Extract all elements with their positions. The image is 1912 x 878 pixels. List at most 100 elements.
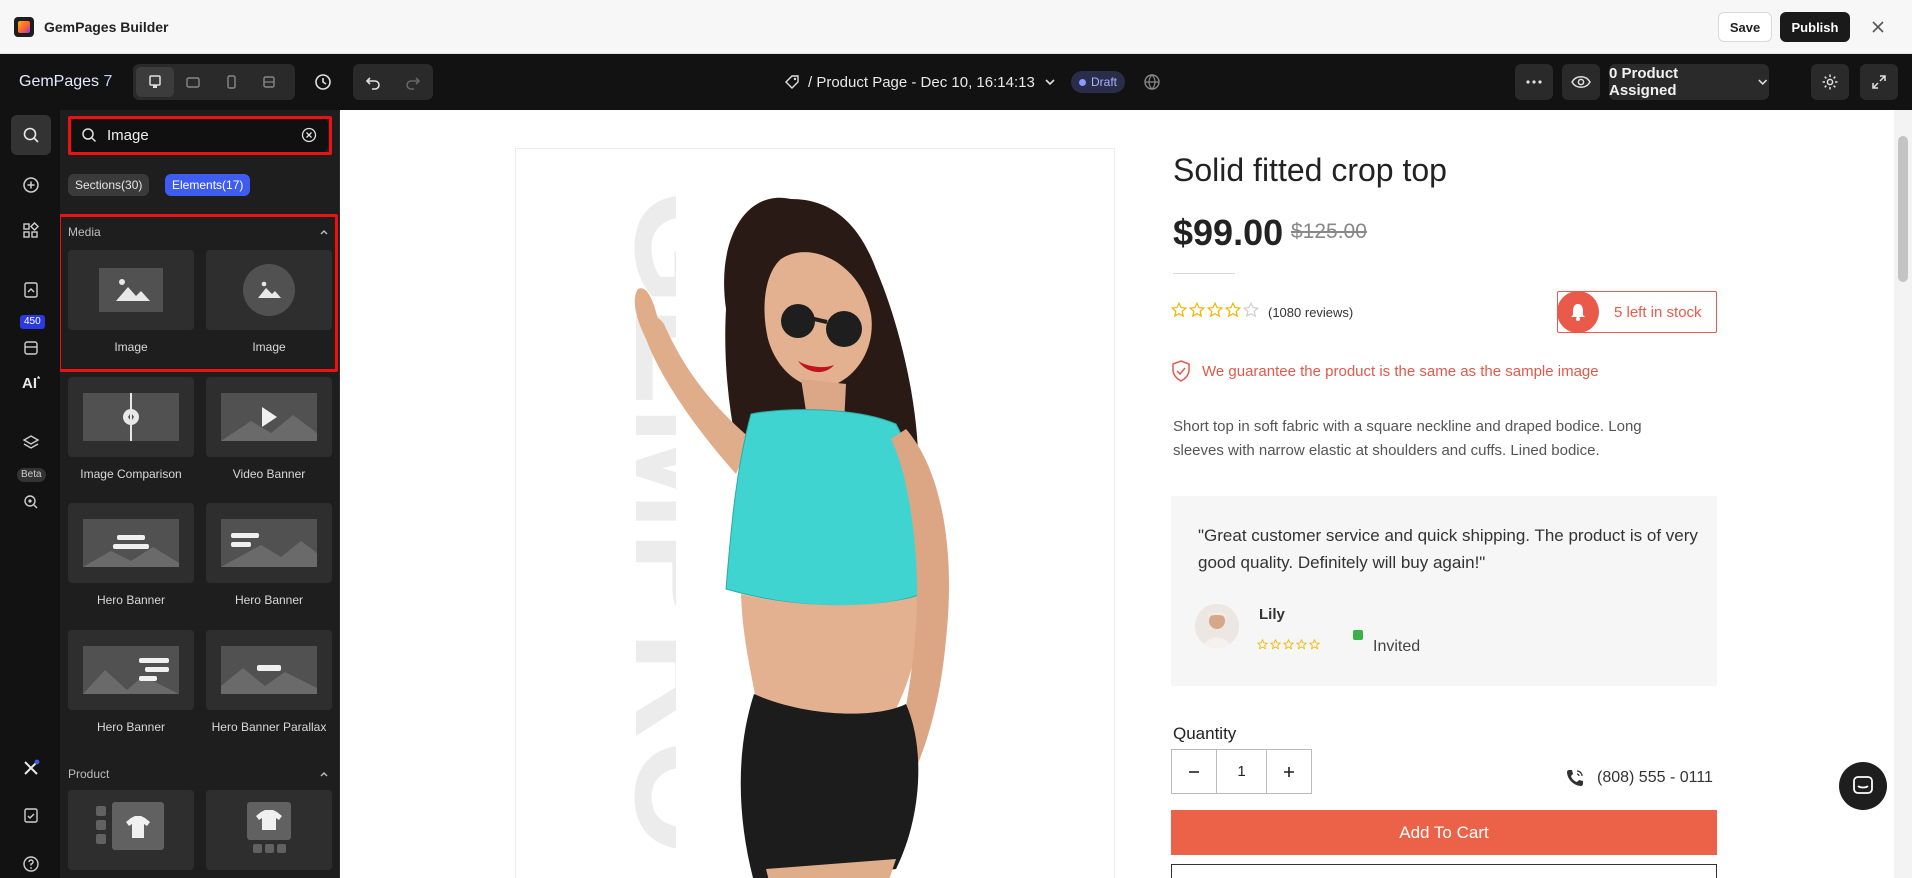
templates-icon[interactable] <box>11 270 51 310</box>
buy-now-button[interactable] <box>1171 864 1717 878</box>
element-tile-label: Hero Banner Parallax <box>211 720 327 734</box>
element-tile-hero-banner[interactable]: Hero Banner <box>68 503 194 625</box>
minus-icon[interactable] <box>1172 750 1216 793</box>
page-analytics-icon[interactable] <box>11 482 51 522</box>
tablet-landscape-view-icon[interactable] <box>174 67 212 97</box>
element-tile-label: Image <box>252 340 286 354</box>
phone-contact[interactable]: (808) 555 - 0111 <box>1565 768 1713 788</box>
star-icon <box>1270 639 1281 650</box>
tab-elements[interactable]: Elements(17) <box>165 174 251 196</box>
history-icon[interactable] <box>305 64 341 100</box>
product-group-header[interactable]: Product <box>68 765 330 783</box>
mobile-view-icon[interactable] <box>212 67 250 97</box>
star-icon <box>1225 302 1241 318</box>
settings-gear-icon[interactable] <box>1811 64 1849 100</box>
media-group-header[interactable]: Media <box>68 223 330 241</box>
element-tile-product-images[interactable] <box>68 790 194 878</box>
ai-label: AI <box>22 375 37 392</box>
scrollbar-thumb[interactable] <box>1898 136 1908 282</box>
chevron-down-icon <box>1757 79 1767 86</box>
brand-label: GemPages 7 <box>19 73 112 91</box>
element-tile-image[interactable]: Image <box>68 250 194 372</box>
product-assigned-dropdown[interactable]: 0 Product Assigned <box>1609 64 1769 100</box>
status-badge-label: Draft <box>1091 75 1118 89</box>
brand-version: 7 <box>103 73 113 90</box>
image-comparison-icon <box>68 377 194 457</box>
save-button[interactable]: Save <box>1718 12 1772 42</box>
shield-icon <box>1172 360 1190 382</box>
stock-text: 5 left in stock <box>1614 303 1702 321</box>
responsive-view-icon[interactable] <box>250 67 288 97</box>
x-integration-icon[interactable] <box>11 748 51 788</box>
element-tile-label: Hero Banner <box>234 593 304 607</box>
hero-banner-icon <box>206 503 332 583</box>
ai-assistant-icon[interactable]: AI* <box>22 375 40 392</box>
product-images-icon <box>68 790 194 870</box>
app-title: GemPages Builder <box>44 18 169 35</box>
clear-search-icon[interactable] <box>300 126 318 144</box>
compare-price: $125.00 <box>1291 220 1367 243</box>
element-tile-hero-banner[interactable]: Hero Banner <box>206 503 332 625</box>
publish-button[interactable]: Publish <box>1780 12 1850 42</box>
element-tile-product-image[interactable] <box>206 790 332 878</box>
element-tile-label: Image Comparison <box>80 467 182 481</box>
left-icon-rail: 450 AI* Beta <box>0 110 60 878</box>
plus-icon[interactable] <box>1267 750 1311 793</box>
review-count[interactable]: (1080 reviews) <box>1268 305 1353 320</box>
element-tile-hero-banner[interactable]: Hero Banner <box>68 630 194 752</box>
model-photo <box>634 197 950 878</box>
element-tile-image-circle[interactable]: Image <box>206 250 332 372</box>
hero-banner-parallax-icon <box>206 630 332 710</box>
redo-icon[interactable] <box>393 64 433 100</box>
add-to-cart-button[interactable]: Add To Cart <box>1171 810 1717 855</box>
page-title-selector[interactable]: / Product Page - Dec 10, 16:14:13 <box>784 54 1057 110</box>
star-icon <box>1207 302 1223 318</box>
search-input[interactable] <box>107 126 287 144</box>
tab-sections[interactable]: Sections(30) <box>68 174 150 196</box>
gempages-logo-icon <box>14 16 34 37</box>
preview-eye-icon[interactable] <box>1562 64 1600 100</box>
quantity-value[interactable]: 1 <box>1216 750 1267 793</box>
fullscreen-expand-icon[interactable] <box>1860 64 1898 100</box>
element-tile-image-comparison[interactable]: Image Comparison <box>68 377 194 499</box>
more-options-icon[interactable] <box>1515 64 1553 100</box>
search-elements-icon[interactable] <box>11 115 51 155</box>
element-tile-hero-banner-parallax[interactable]: Hero Banner Parallax <box>206 630 332 752</box>
chevron-up-icon <box>320 230 328 235</box>
page-canvas: GEMPRO Solid fitted crop top $99.00 $125… <box>340 110 1897 878</box>
price-divider <box>1173 273 1235 274</box>
star-icon <box>1296 639 1307 650</box>
language-globe-icon[interactable] <box>1134 64 1170 100</box>
help-icon[interactable] <box>11 844 51 878</box>
element-tile-label: Image <box>114 340 148 354</box>
chevron-down-icon <box>1045 79 1055 86</box>
chevron-up-icon <box>320 772 328 777</box>
product-rating-stars <box>1171 302 1259 318</box>
element-tile-label: Hero Banner <box>96 720 166 734</box>
product-main-image[interactable]: GEMPRO <box>515 148 1115 878</box>
canvas-scrollbar[interactable] <box>1894 110 1912 878</box>
element-tile-label: Video Banner <box>232 467 306 481</box>
desktop-view-icon[interactable] <box>136 67 174 97</box>
element-search-box <box>70 118 328 152</box>
video-banner-icon <box>206 377 332 457</box>
device-switcher <box>133 64 295 100</box>
apps-icon[interactable] <box>11 211 51 251</box>
star-icon <box>1171 302 1187 318</box>
beta-badge: Beta <box>17 468 46 482</box>
library-icon[interactable] <box>11 328 51 368</box>
element-tile-video-banner[interactable]: Video Banner <box>206 377 332 499</box>
star-icon <box>1283 639 1294 650</box>
chat-support-icon[interactable] <box>1839 762 1887 810</box>
checklist-icon[interactable] <box>11 795 51 835</box>
guarantee-note: We guarantee the product is the same as … <box>1171 360 1599 382</box>
reviewer-rating-stars <box>1257 639 1320 650</box>
star-icon <box>1243 302 1259 318</box>
product-price: $99.00 <box>1173 212 1284 253</box>
undo-icon[interactable] <box>353 64 393 100</box>
layers-icon[interactable] <box>11 423 51 463</box>
image-icon <box>68 250 194 330</box>
guarantee-text: We guarantee the product is the same as … <box>1202 362 1599 380</box>
close-icon[interactable] <box>1866 15 1890 39</box>
add-element-icon[interactable] <box>11 165 51 205</box>
